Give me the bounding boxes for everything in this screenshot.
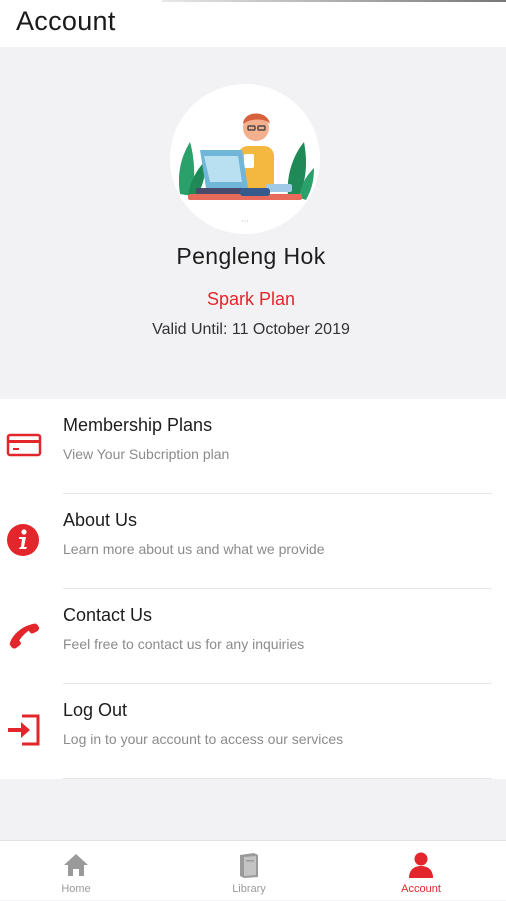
plan-validity: Valid Until: 11 October 2019 — [152, 321, 350, 338]
log-out-item[interactable]: Log Out Log in to your account to access… — [0, 684, 506, 779]
header-shadow — [162, 0, 506, 2]
avatar-illustration: • • • — [170, 84, 320, 234]
nav-label: Account — [401, 883, 441, 895]
logout-icon — [6, 712, 42, 748]
home-icon — [62, 851, 90, 879]
subscription-plan: Spark Plan — [206, 289, 296, 309]
menu-item-label: Contact Us — [63, 605, 153, 625]
nav-home[interactable]: Home — [16, 841, 136, 901]
menu-item-label: About Us — [63, 510, 138, 530]
nav-label: Library — [232, 883, 266, 895]
user-name: Pengleng Hok — [176, 243, 326, 269]
menu-item-label: Membership Plans — [63, 415, 213, 435]
bottom-navigation: Home Library Account — [0, 840, 506, 900]
book-icon — [235, 851, 263, 879]
menu-item-description: View Your Subcription plan — [63, 446, 230, 462]
svg-text:• • •: • • • — [242, 218, 249, 223]
user-icon — [407, 851, 435, 879]
phone-icon — [6, 617, 42, 653]
about-us-item[interactable]: About Us Learn more about us and what we… — [0, 494, 506, 589]
info-icon — [6, 522, 42, 558]
menu-item-description: Log in to your account to access our ser… — [63, 731, 344, 747]
page-title: Account — [16, 6, 116, 36]
menu-item-description: Feel free to contact us for any inquirie… — [63, 636, 305, 652]
nav-label: Home — [61, 883, 91, 895]
menu-item-label: Log Out — [63, 700, 128, 720]
nav-library[interactable]: Library — [189, 841, 309, 901]
profile-section: • • • Pengleng Hok Spark Plan Valid Unti… — [0, 47, 506, 399]
membership-plans-item[interactable]: Membership Plans View Your Subcription p… — [0, 399, 506, 494]
credit-card-icon — [6, 427, 42, 463]
menu-item-description: Learn more about us and what we provide — [63, 541, 325, 557]
contact-us-item[interactable]: Contact Us Feel free to contact us for a… — [0, 589, 506, 684]
avatar[interactable]: • • • — [170, 84, 320, 234]
divider — [63, 778, 492, 779]
nav-account[interactable]: Account — [361, 841, 481, 901]
account-menu: Membership Plans View Your Subcription p… — [0, 399, 506, 779]
app-header: Account — [0, 0, 506, 47]
